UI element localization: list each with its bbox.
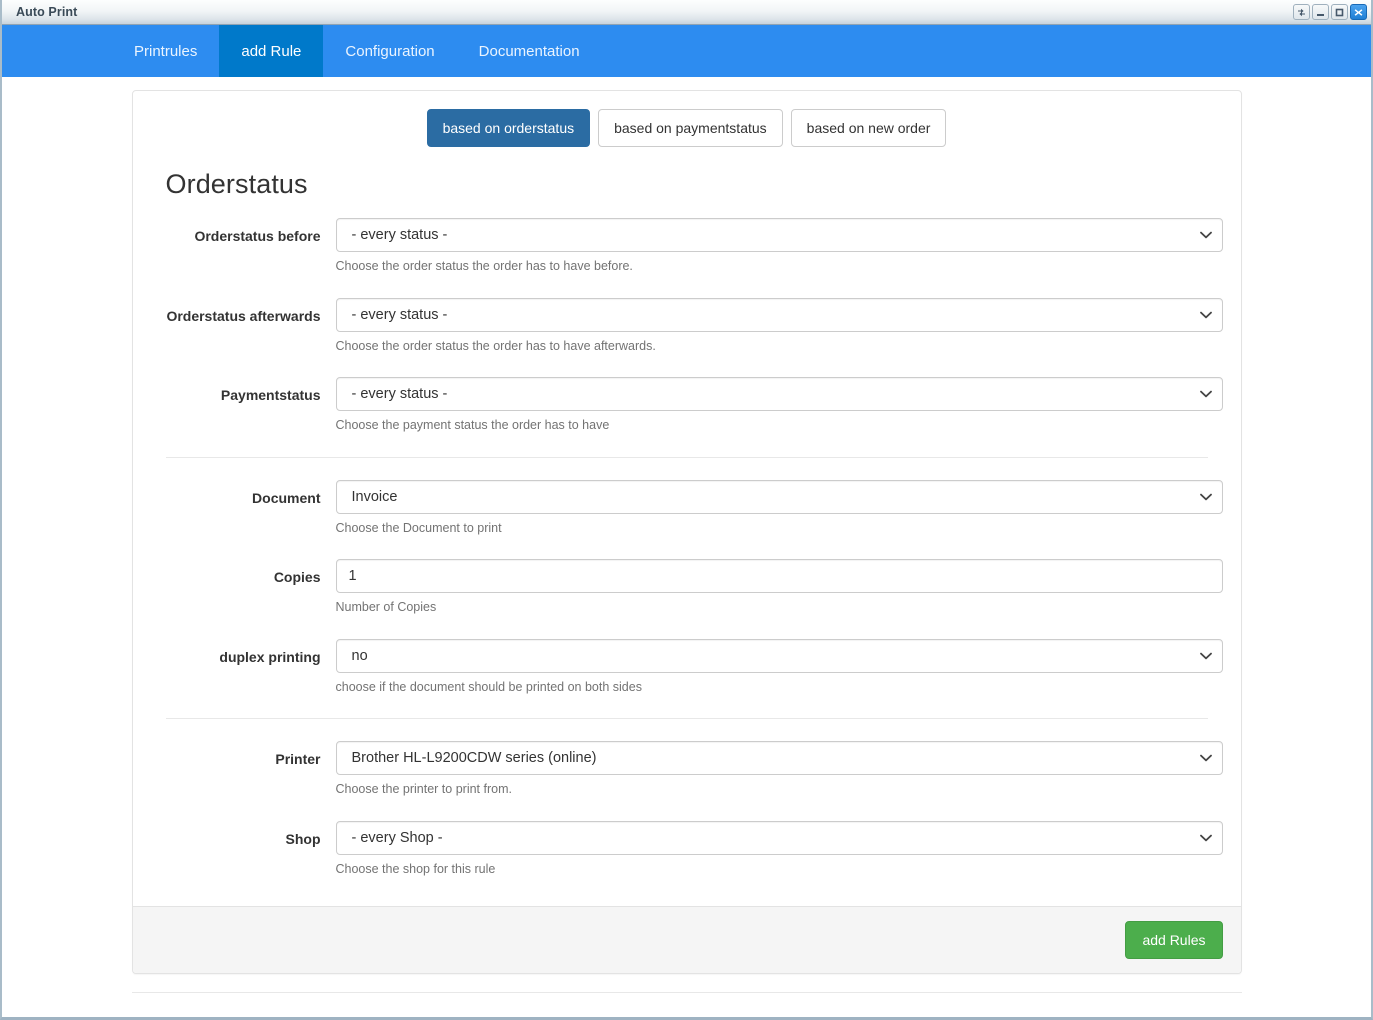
select-shop[interactable]: - every Shop -: [335, 820, 1223, 855]
window-title: Auto Print: [16, 5, 78, 19]
select-orderstatus-afterwards-value: - every status -: [351, 306, 448, 323]
field-row-document: Document Invoice Choose the Document to …: [151, 479, 1223, 552]
label-orderstatus-afterwards: Orderstatus afterwards: [166, 307, 321, 324]
add-rules-button[interactable]: add Rules: [1125, 921, 1223, 960]
main-navigation: Printrules add Rule Configuration Docume…: [2, 25, 1371, 77]
nav-item-add-rule[interactable]: add Rule: [219, 25, 324, 77]
chevron-down-icon: [1199, 489, 1212, 505]
select-shop-value: - every Shop -: [351, 829, 443, 846]
field-row-orderstatus-afterwards: Orderstatus afterwards - every status - …: [151, 297, 1223, 370]
input-copies[interactable]: 1: [335, 559, 1223, 594]
field-row-shop: Shop - every Shop - Choose the shop for …: [151, 820, 1223, 893]
minimize-icon[interactable]: [1312, 4, 1329, 20]
field-row-paymentstatus: Paymentstatus - every status - Choose th…: [151, 377, 1223, 449]
nav-item-configuration[interactable]: Configuration: [323, 25, 456, 77]
control-wrap-printer: Brother HL-L9200CDW series (online) Choo…: [335, 741, 1223, 813]
chevron-down-icon: [1199, 386, 1212, 402]
input-copies-value: 1: [348, 568, 357, 585]
rule-type-toggle-group: based on orderstatus based on paymentsta…: [151, 109, 1223, 148]
help-shop: Choose the shop for this rule: [335, 861, 496, 876]
field-row-orderstatus-before: Orderstatus before - every status - Choo…: [151, 218, 1223, 290]
help-copies: Number of Copies: [335, 600, 437, 615]
toggle-based-on-new-order[interactable]: based on new order: [790, 109, 947, 148]
select-paymentstatus-value: - every status -: [351, 386, 448, 403]
control-wrap-copies: 1 Number of Copies: [335, 559, 1223, 631]
label-paymentstatus: Paymentstatus: [220, 387, 321, 404]
footer-text: Auto Print v2 (Build 2006) | © 2021: [544, 1015, 748, 1017]
control-wrap-duplex-printing: no choose if the document should be prin…: [335, 638, 1223, 711]
title-bar: Auto Print: [2, 0, 1371, 25]
help-orderstatus-before: Choose the order status the order has to…: [335, 259, 633, 274]
select-document[interactable]: Invoice: [335, 479, 1223, 514]
content-area: based on orderstatus based on paymentsta…: [2, 77, 1371, 1017]
select-orderstatus-before[interactable]: - every status -: [335, 218, 1223, 253]
select-printer-value: Brother HL-L9200CDW series (online): [351, 750, 597, 767]
application-window: Auto Print Printrules add Rule Configura…: [0, 0, 1373, 1020]
chevron-down-icon: [1199, 830, 1212, 846]
add-rule-panel: based on orderstatus based on paymentsta…: [131, 90, 1242, 975]
select-duplex-printing[interactable]: no: [335, 638, 1223, 673]
field-row-duplex-printing: duplex printing no choose if the documen…: [151, 638, 1223, 711]
nav-item-documentation[interactable]: Documentation: [457, 25, 602, 77]
chevron-down-icon: [1199, 648, 1212, 664]
page-container: based on orderstatus based on paymentsta…: [131, 77, 1242, 1017]
select-document-value: Invoice: [351, 488, 398, 505]
help-paymentstatus: Choose the payment status the order has …: [335, 418, 610, 433]
toggle-based-on-paymentstatus[interactable]: based on paymentstatus: [598, 109, 783, 148]
chevron-down-icon: [1199, 750, 1212, 766]
field-row-printer: Printer Brother HL-L9200CDW series (onli…: [151, 741, 1223, 813]
help-printer: Choose the printer to print from.: [335, 782, 512, 797]
chevron-down-icon: [1199, 227, 1212, 243]
label-orderstatus-before: Orderstatus before: [194, 228, 321, 245]
help-orderstatus-afterwards: Choose the order status the order has to…: [335, 338, 656, 353]
window-controls: [1293, 4, 1367, 20]
select-paymentstatus[interactable]: - every status -: [335, 377, 1223, 412]
label-document: Document: [252, 489, 321, 506]
page-footer: Auto Print v2 (Build 2006) | © 2021 webs…: [131, 992, 1242, 1017]
control-wrap-document: Invoice Choose the Document to print: [335, 479, 1223, 552]
select-duplex-printing-value: no: [351, 647, 368, 664]
close-icon[interactable]: [1350, 4, 1367, 20]
toggle-based-on-orderstatus[interactable]: based on orderstatus: [426, 109, 591, 148]
panel-footer: add Rules: [132, 906, 1241, 974]
control-wrap-orderstatus-before: - every status - Choose the order status…: [335, 218, 1223, 290]
control-wrap-shop: - every Shop - Choose the shop for this …: [335, 820, 1223, 893]
control-wrap-paymentstatus: - every status - Choose the payment stat…: [335, 377, 1223, 449]
label-shop: Shop: [285, 830, 321, 847]
label-printer: Printer: [275, 751, 321, 768]
nav-item-printrules[interactable]: Printrules: [112, 25, 219, 77]
divider-2: [165, 718, 1208, 720]
divider-1: [165, 456, 1208, 458]
select-printer[interactable]: Brother HL-L9200CDW series (online): [335, 741, 1223, 776]
control-wrap-orderstatus-afterwards: - every status - Choose the order status…: [335, 297, 1223, 370]
field-row-copies: Copies 1 Number of Copies: [151, 559, 1223, 631]
help-duplex-printing: choose if the document should be printed…: [335, 679, 642, 694]
label-duplex-printing: duplex printing: [219, 648, 321, 665]
select-orderstatus-before-value: - every status -: [351, 227, 448, 244]
label-copies: Copies: [273, 569, 321, 586]
help-document: Choose the Document to print: [335, 520, 502, 535]
footer-link-websix[interactable]: websix GmbH: [748, 1015, 829, 1017]
maximize-icon[interactable]: [1331, 4, 1348, 20]
restore-swap-icon[interactable]: [1293, 4, 1310, 20]
chevron-down-icon: [1199, 307, 1212, 323]
page-title: Orderstatus: [165, 169, 308, 200]
select-orderstatus-afterwards[interactable]: - every status -: [335, 297, 1223, 332]
panel-body: based on orderstatus based on paymentsta…: [133, 91, 1241, 906]
